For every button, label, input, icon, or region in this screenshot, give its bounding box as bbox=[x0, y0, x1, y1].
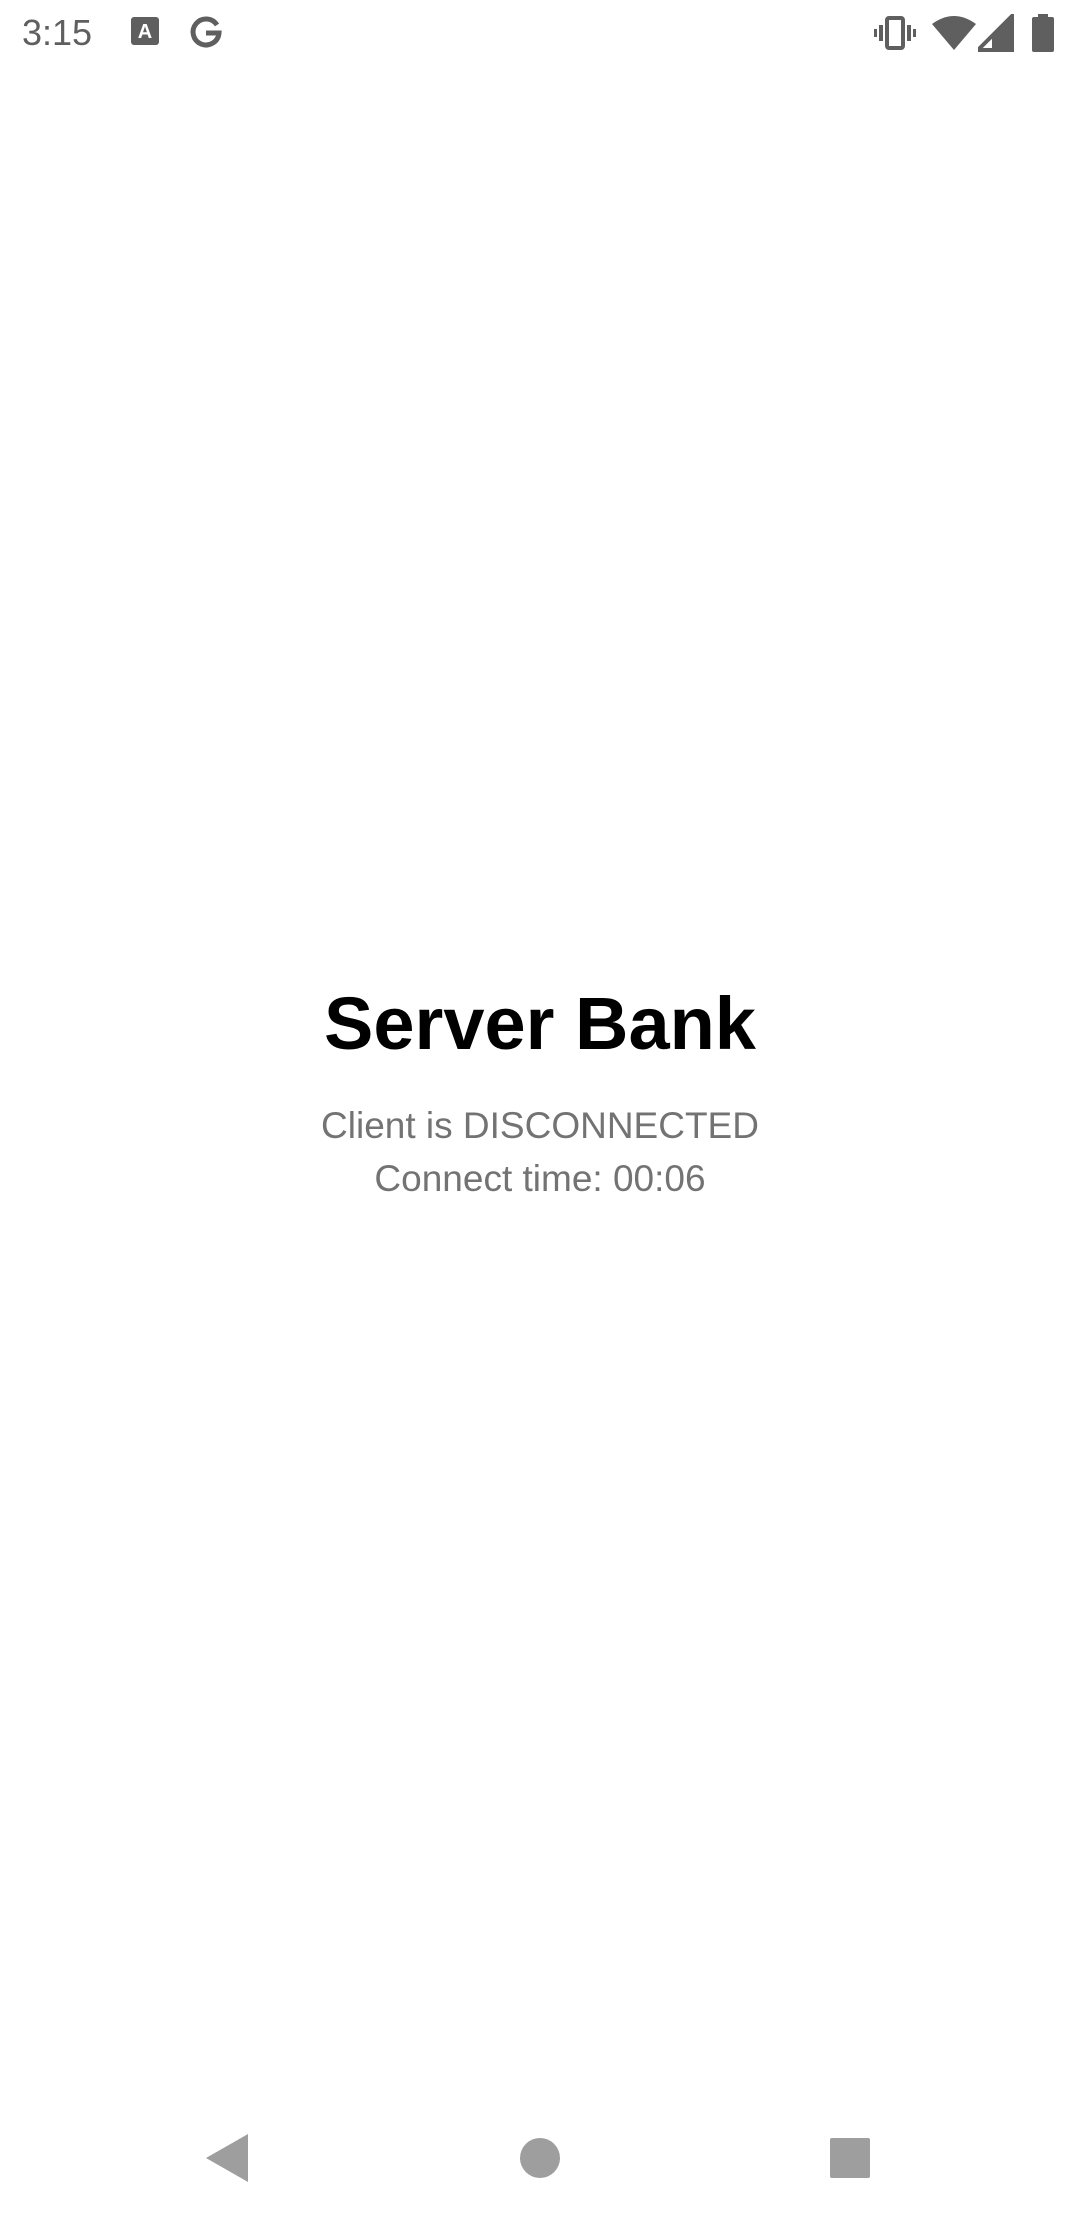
recents-button[interactable] bbox=[810, 2118, 890, 2198]
vibrate-icon bbox=[874, 14, 916, 57]
home-button[interactable] bbox=[500, 2118, 580, 2198]
connect-time-text: Connect time: 00:06 bbox=[374, 1158, 706, 1199]
back-button[interactable] bbox=[186, 2118, 266, 2198]
google-icon bbox=[188, 14, 224, 55]
text-recognition-icon: A bbox=[130, 16, 160, 51]
home-circle-icon bbox=[520, 2138, 560, 2178]
svg-text:A: A bbox=[138, 21, 152, 43]
cellular-signal-icon bbox=[973, 11, 1014, 57]
page-title: Server Bank bbox=[324, 982, 756, 1065]
main-content: Server Bank Client is DISCONNECTED Conne… bbox=[0, 975, 1080, 1205]
navigation-bar bbox=[0, 2088, 1080, 2220]
status-time: 3:15 bbox=[22, 12, 93, 53]
wifi-icon bbox=[932, 14, 976, 57]
battery-icon bbox=[1032, 14, 1054, 59]
status-bar: 3:15 A bbox=[0, 0, 1080, 66]
recents-square-icon bbox=[830, 2138, 870, 2178]
client-status-text: Client is DISCONNECTED bbox=[321, 1105, 759, 1146]
connection-status-block: Client is DISCONNECTED Connect time: 00:… bbox=[0, 1099, 1080, 1205]
back-triangle-icon bbox=[206, 2134, 248, 2182]
app-screen: 3:15 A Server Bank Client is DISCONNECTE… bbox=[0, 0, 1080, 2220]
